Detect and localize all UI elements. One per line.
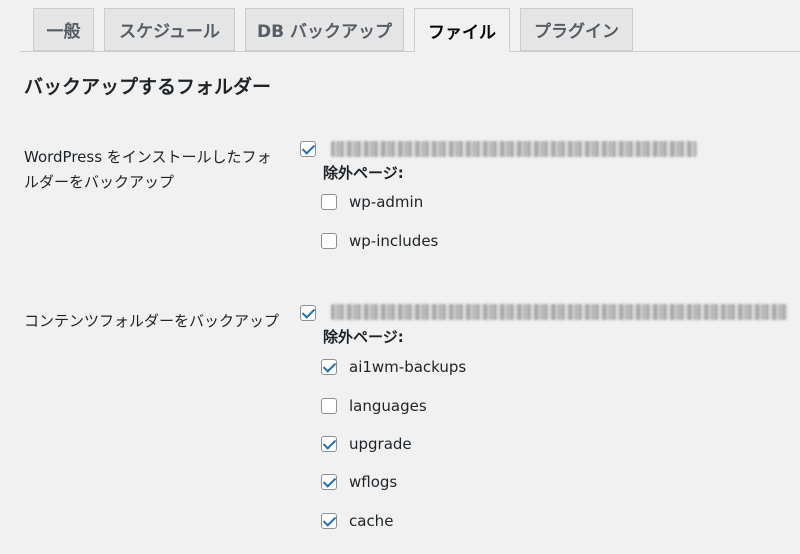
exclude-upgrade-label[interactable]: upgrade [349, 435, 412, 453]
exclude-wp-admin-label[interactable]: wp-admin [349, 193, 423, 211]
exclude-wp-includes-label[interactable]: wp-includes [349, 232, 438, 250]
exclude-languages-checkbox[interactable] [321, 398, 337, 414]
exclude-wp-includes-checkbox[interactable] [321, 233, 337, 249]
wordpress-folder-label: WordPress をインストールしたフォルダーをバックアップ [24, 148, 272, 191]
exclude-cache-checkbox[interactable] [321, 513, 337, 529]
content-folder-checkbox[interactable] [300, 305, 316, 321]
exclude-cache-label[interactable]: cache [349, 512, 393, 530]
tab-db-backup[interactable]: DB バックアップ [245, 8, 404, 51]
wordpress-folder-path-redacted [331, 141, 697, 157]
settings-tabs: 一般 スケジュール DB バックアップ ファイル プラグイン [0, 0, 800, 52]
exclude-upgrade-checkbox[interactable] [321, 436, 337, 452]
tab-schedule[interactable]: スケジュール [104, 8, 235, 51]
content-exclude-label: 除外ページ: [323, 328, 404, 346]
exclude-wflogs-label[interactable]: wflogs [349, 473, 397, 491]
tab-general[interactable]: 一般 [33, 8, 94, 51]
tab-plugins[interactable]: プラグイン [520, 8, 633, 51]
exclude-ai1wm-backups-checkbox[interactable] [321, 359, 337, 375]
exclude-wflogs-checkbox[interactable] [321, 474, 337, 490]
tab-divider [20, 51, 800, 52]
section-title: バックアップするフォルダー [24, 76, 272, 98]
content-folder-path-redacted [331, 304, 788, 320]
wordpress-exclude-label: 除外ページ: [323, 164, 404, 182]
tab-files[interactable]: ファイル [414, 8, 510, 52]
wordpress-folder-checkbox[interactable] [300, 141, 316, 157]
exclude-ai1wm-backups-label[interactable]: ai1wm-backups [349, 358, 466, 376]
exclude-wp-admin-checkbox[interactable] [321, 194, 337, 210]
content-folder-label: コンテンツフォルダーをバックアップ [24, 312, 280, 330]
exclude-languages-label[interactable]: languages [349, 397, 427, 415]
